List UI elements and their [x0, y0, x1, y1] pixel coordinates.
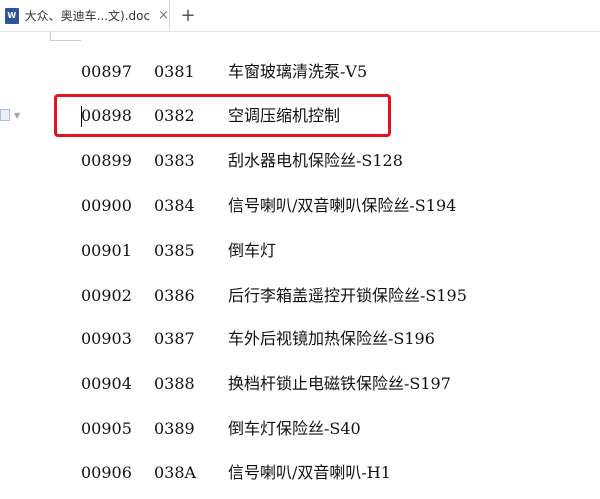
hex-code: 0389 [154, 419, 195, 438]
red-highlight-annotation [54, 94, 391, 137]
hex-code: 0388 [154, 374, 195, 393]
fault-code: 00906 [81, 463, 132, 482]
close-tab-icon[interactable]: × [158, 8, 169, 23]
fault-description: 换档杆锁止电磁铁保险丝-S197 [228, 374, 451, 393]
fault-code: 00903 [81, 329, 132, 348]
fault-description: 信号喇叭/双音喇叭-H1 [228, 463, 391, 482]
fault-code: 00902 [81, 286, 132, 305]
fault-description: 信号喇叭/双音喇叭保险丝-S194 [228, 196, 457, 215]
list-item: 00897 0381 车窗玻璃清洗泵-V5 [0, 59, 600, 85]
fault-code: 00897 [81, 62, 132, 81]
tab-bar: W 大众、奥迪车...文).doc × + [0, 0, 600, 32]
page-margin-corner-mark [50, 31, 81, 41]
list-item: 00902 0386 后行李箱盖遥控开锁保险丝-S195 [0, 283, 600, 309]
hex-code: 0385 [154, 241, 195, 260]
list-item: 00901 0385 倒车灯 [0, 238, 600, 264]
hex-code: 0387 [154, 329, 195, 348]
list-item: 00903 0387 车外后视镜加热保险丝-S196 [0, 326, 600, 352]
hex-code: 0381 [154, 62, 195, 81]
fault-code: 00905 [81, 419, 132, 438]
fault-description: 倒车灯 [228, 241, 277, 260]
hex-code: 0384 [154, 196, 195, 215]
text-cursor [81, 106, 82, 127]
list-item: 00904 0388 换档杆锁止电磁铁保险丝-S197 [0, 371, 600, 397]
new-tab-button[interactable]: + [178, 4, 198, 26]
fault-code: 00904 [81, 374, 132, 393]
fault-code: 00900 [81, 196, 132, 215]
document-tab-title: 大众、奥迪车...文).doc [24, 9, 151, 23]
hex-code: 0383 [154, 151, 195, 170]
list-item: 00900 0384 信号喇叭/双音喇叭保险丝-S194 [0, 193, 600, 219]
word-document-icon: W [5, 7, 19, 24]
fault-description: 刮水器电机保险丝-S128 [228, 151, 403, 170]
fault-code: 00901 [81, 241, 132, 260]
fault-description: 车外后视镜加热保险丝-S196 [228, 329, 435, 348]
list-item: 00906 038A 信号喇叭/双音喇叭-H1 [0, 460, 600, 486]
fault-description: 后行李箱盖遥控开锁保险丝-S195 [228, 286, 467, 305]
document-tab[interactable]: W 大众、奥迪车...文).doc × [0, 0, 170, 31]
fault-code: 00899 [81, 151, 132, 170]
hex-code: 0386 [154, 286, 195, 305]
hex-code: 038A [154, 463, 197, 482]
list-item: 00899 0383 刮水器电机保险丝-S128 [0, 148, 600, 174]
fault-description: 车窗玻璃清洗泵-V5 [228, 62, 368, 81]
fault-description: 倒车灯保险丝-S40 [228, 419, 361, 438]
list-item: 00905 0389 倒车灯保险丝-S40 [0, 416, 600, 442]
